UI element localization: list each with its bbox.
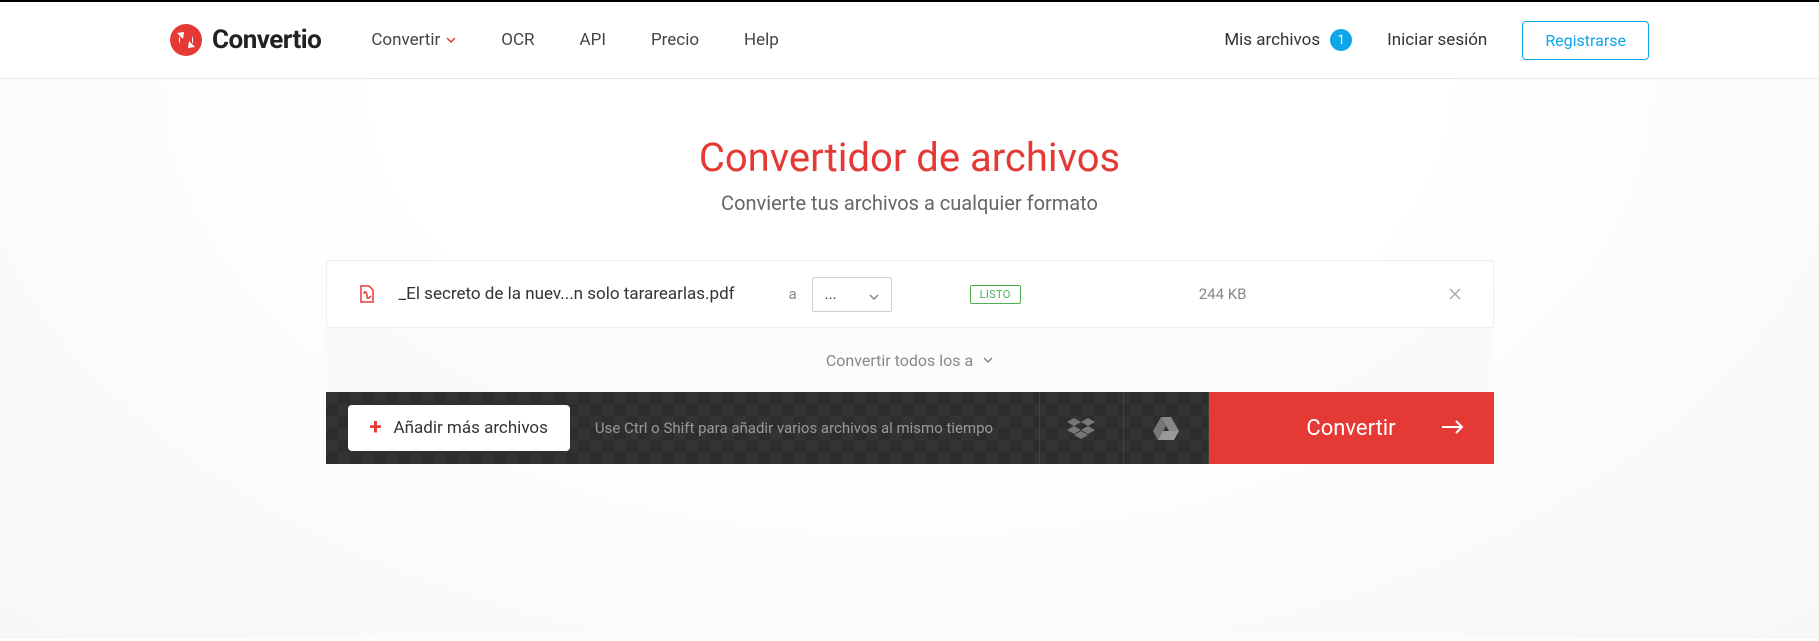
nav-api[interactable]: API: [580, 30, 606, 50]
chevron-down-icon: [446, 37, 456, 43]
add-more-button[interactable]: + Añadir más archivos: [348, 405, 570, 451]
dropbox-button[interactable]: [1039, 392, 1124, 464]
file-container: _El secreto de la nuev...n solo tararear…: [326, 260, 1494, 464]
convert-button[interactable]: Convertir: [1209, 392, 1494, 464]
action-bar: + Añadir más archivos Use Ctrl o Shift p…: [326, 392, 1494, 464]
dropbox-icon: [1067, 416, 1095, 440]
my-files-label: Mis archivos: [1224, 30, 1320, 50]
page-title: Convertidor de archivos: [0, 134, 1819, 181]
pdf-icon: [357, 282, 377, 306]
main-content: Convertidor de archivos Convierte tus ar…: [0, 79, 1819, 639]
status-badge: LISTO: [970, 285, 1021, 304]
cloud-section: [1039, 392, 1209, 464]
format-placeholder: ...: [825, 285, 837, 303]
page-subtitle: Convierte tus archivos a cualquier forma…: [0, 191, 1819, 215]
nav-convert[interactable]: Convertir: [371, 30, 456, 50]
file-row: _El secreto de la nuev...n solo tararear…: [326, 260, 1494, 328]
format-select[interactable]: ...: [812, 277, 892, 312]
main-nav: Convertir OCR API Precio Help: [371, 30, 779, 50]
login-link[interactable]: Iniciar sesión: [1387, 30, 1487, 50]
google-drive-icon: [1153, 417, 1179, 440]
to-label: a: [789, 285, 797, 303]
plus-icon: +: [370, 417, 382, 439]
convert-label: Convertir: [1306, 416, 1395, 441]
my-files-link[interactable]: Mis archivos 1: [1224, 29, 1352, 51]
nav-convert-label: Convertir: [371, 30, 440, 50]
nav-price[interactable]: Precio: [651, 30, 699, 50]
logo[interactable]: Convertio: [170, 24, 321, 56]
my-files-badge: 1: [1330, 29, 1352, 51]
nav-help[interactable]: Help: [744, 30, 779, 50]
signup-button[interactable]: Registrarse: [1522, 21, 1649, 60]
header-right: Mis archivos 1 Iniciar sesión Registrars…: [1224, 21, 1649, 60]
chevron-down-icon: [983, 357, 993, 363]
hint-text: Use Ctrl o Shift para añadir varios arch…: [595, 419, 993, 437]
chevron-down-icon: [869, 285, 879, 304]
convert-all-label: Convertir todos los a: [826, 351, 973, 370]
arrow-right-icon: [1442, 416, 1464, 441]
brand-logo-icon: [170, 24, 202, 56]
add-more-label: Añadir más archivos: [394, 418, 548, 438]
convert-all-link[interactable]: Convertir todos los a: [326, 328, 1494, 392]
google-drive-button[interactable]: [1124, 392, 1209, 464]
brand-name: Convertio: [212, 25, 321, 55]
file-name: _El secreto de la nuev...n solo tararear…: [399, 284, 789, 304]
nav-ocr[interactable]: OCR: [501, 30, 534, 50]
app-header: Convertio Convertir OCR API Precio Help …: [0, 2, 1819, 79]
file-size: 244 KB: [1199, 285, 1247, 303]
close-button[interactable]: [1447, 286, 1463, 302]
close-icon: [1447, 286, 1463, 302]
